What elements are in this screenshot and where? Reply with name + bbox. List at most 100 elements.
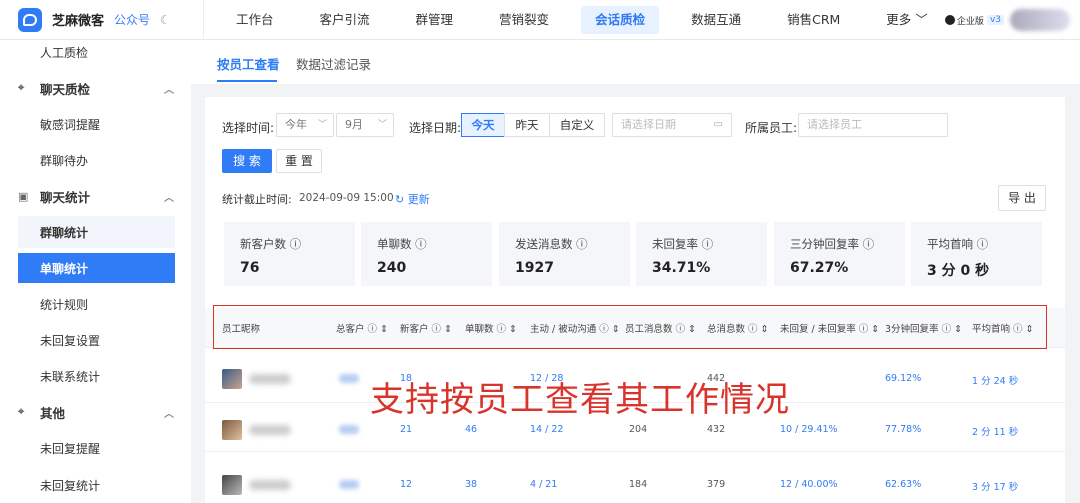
sidebar-item-group-chat-stats[interactable]: 群聊统计	[18, 216, 175, 248]
stat-value: 76	[240, 260, 260, 276]
nav-session-inspection[interactable]: 会话质检	[581, 5, 660, 34]
dark-mode-icon[interactable]: ☾	[160, 13, 171, 27]
cell-avg-response: 2 分 11 秒	[972, 427, 1019, 438]
date-label: 选择日期:	[409, 121, 462, 135]
month-select[interactable]: 9月 ﹀	[336, 113, 394, 137]
employee-avatar	[222, 369, 242, 389]
nav-workbench[interactable]: 工作台	[222, 6, 288, 34]
stat-label-text: 发送消息数	[515, 237, 573, 251]
sidebar-group-other[interactable]: ⌖ 其他 ︿	[0, 394, 191, 430]
stat-value: 240	[377, 260, 407, 276]
sidebar-item-manual-inspection[interactable]: 人工质检	[0, 34, 191, 70]
cell-active-passive[interactable]: 14 / 22	[530, 424, 563, 435]
nav-group-management[interactable]: 群管理	[402, 6, 468, 34]
scan-icon: ⌖	[18, 405, 25, 418]
active-tab-indicator	[217, 80, 277, 82]
sidebar-item-noreply-settings[interactable]: 未回复设置	[0, 322, 191, 358]
chevron-down-icon: ﹀	[317, 120, 327, 130]
cell-noreply[interactable]: 10 / 29.41%	[780, 424, 838, 435]
sidebar-item-group-todo[interactable]: 群聊待办	[0, 142, 191, 178]
stat-card-noreply-rate: 未回复率 ⓘ 34.71%	[636, 222, 767, 286]
sidebar-item-label: 群聊统计	[40, 225, 89, 240]
date-custom-button[interactable]: 自定义	[549, 113, 605, 137]
sidebar-group-chat-inspection[interactable]: ⌖ 聊天质检 ︿	[0, 70, 191, 106]
app-logo-icon[interactable]	[18, 7, 42, 32]
cell-active-passive[interactable]: 4 / 21	[530, 479, 557, 490]
date-picker-input[interactable]: 请选择日期 ▭	[612, 113, 732, 137]
sidebar-group-label: 聊天统计	[40, 189, 91, 205]
help-icon[interactable]: ⓘ	[290, 237, 302, 251]
help-icon[interactable]: ⓘ	[977, 237, 989, 251]
nav-more[interactable]: 更多 ﹀	[872, 6, 942, 34]
date-today-button[interactable]: 今天	[461, 113, 505, 137]
edition-badge: 企业版 v3	[944, 14, 1004, 27]
nav-data-sync[interactable]: 数据互通	[677, 6, 755, 34]
staff-select-placeholder: 请选择员工	[807, 118, 862, 131]
main-nav: 工作台 客户引流 群管理 营销裂变 会话质检 数据互通 销售CRM 更多 ﹀	[204, 0, 960, 40]
refresh-label: 更新	[407, 193, 430, 206]
cell-avg-response: 1 分 24 秒	[972, 376, 1019, 387]
stat-label: 发送消息数 ⓘ	[515, 236, 588, 252]
official-account-link[interactable]: 公众号	[114, 11, 150, 28]
sidebar-group-label: 聊天质检	[40, 81, 91, 97]
sidebar-group-label: 其他	[40, 405, 66, 421]
sidebar-item-label: 未回复设置	[40, 333, 101, 348]
sidebar-item-label: 未联系统计	[40, 369, 101, 384]
year-select[interactable]: 今年 ﹀	[276, 113, 334, 137]
edition-label: 企业版	[956, 16, 984, 27]
main-panel: 选择时间: 今年 ﹀ 9月 ﹀ 选择日期: 今天 昨天 自定义 请选择日期 ▭ 所属员…	[205, 97, 1065, 503]
chevron-down-icon: ﹀	[377, 120, 387, 130]
overlay-caption: 支持按员工查看其工作情况	[370, 380, 790, 420]
export-button[interactable]: 导 出	[998, 185, 1046, 211]
cell-noreply[interactable]: 12 / 40.00%	[780, 479, 838, 490]
time-label: 选择时间:	[222, 121, 275, 135]
table-row[interactable]: 12 38 4 / 21 184 379 12 / 40.00% 62.63% …	[205, 462, 1065, 503]
sidebar-item-label: 统计规则	[40, 297, 89, 312]
stat-card-new-customers: 新客户数 ⓘ 76	[224, 222, 355, 286]
date-yesterday-button[interactable]: 昨天	[504, 113, 550, 137]
tab-filter-log[interactable]: 数据过滤记录	[296, 54, 371, 73]
cell-employee-messages: 204	[629, 424, 648, 435]
sidebar-item-noreply-reminder[interactable]: 未回复提醒	[0, 430, 191, 466]
version-badge: v3	[986, 15, 1004, 25]
cell-new-customers[interactable]: 12	[400, 479, 412, 490]
sidebar-item-label: 人工质检	[40, 45, 89, 60]
user-avatar[interactable]	[1010, 9, 1070, 31]
nav-marketing[interactable]: 营销裂变	[485, 6, 563, 34]
cell-single-chats[interactable]: 46	[465, 424, 477, 435]
sidebar-item-noreply-stats[interactable]: 未回复统计	[0, 467, 191, 503]
sidebar-group-chat-stats[interactable]: ▣ 聊天统计 ︿	[0, 178, 191, 214]
tab-by-employee[interactable]: 按员工查看	[217, 54, 280, 73]
sidebar-item-label: 未回复提醒	[40, 441, 101, 456]
refresh-link[interactable]: ↻ 更新	[395, 191, 430, 207]
stat-card-single-chats: 单聊数 ⓘ 240	[361, 222, 492, 286]
sidebar-item-uncontacted-stats[interactable]: 未联系统计	[0, 358, 191, 394]
help-icon[interactable]: ⓘ	[576, 237, 588, 251]
stat-label-text: 单聊数	[377, 237, 412, 251]
help-icon[interactable]: ⓘ	[863, 237, 875, 251]
employee-avatar	[222, 420, 242, 440]
stat-label-text: 新客户数	[240, 237, 286, 251]
sidebar-item-label: 敏感词提醒	[40, 117, 101, 132]
stat-time-value: 2024-09-09 15:00	[299, 192, 394, 204]
stat-label: 新客户数 ⓘ	[240, 236, 301, 252]
cell-new-customers[interactable]: 21	[400, 424, 412, 435]
help-icon[interactable]: ⓘ	[415, 237, 427, 251]
search-button[interactable]: 搜 索	[222, 149, 272, 173]
stats-icon: ▣	[18, 189, 29, 203]
reset-button[interactable]: 重 置	[276, 149, 322, 173]
cell-single-chats[interactable]: 38	[465, 479, 477, 490]
app-name: 芝麻微客	[52, 14, 105, 29]
stat-label: 单聊数 ⓘ	[377, 236, 427, 252]
help-icon[interactable]: ⓘ	[702, 237, 714, 251]
sidebar-item-label: 群聊待办	[40, 153, 89, 168]
sidebar-item-sensitive-words[interactable]: 敏感词提醒	[0, 106, 191, 142]
sidebar-item-stat-rules[interactable]: 统计规则	[0, 286, 191, 322]
staff-select-input[interactable]: 请选择员工	[798, 113, 948, 137]
sidebar-item-single-chat-stats[interactable]: 单聊统计	[18, 253, 175, 283]
employee-name-blurred	[249, 480, 291, 490]
stat-label-text: 三分钟回复率	[790, 237, 859, 251]
nav-customer-acquisition[interactable]: 客户引流	[306, 6, 384, 34]
total-customers-blurred	[339, 480, 359, 489]
nav-sales-crm[interactable]: 销售CRM	[773, 6, 854, 34]
